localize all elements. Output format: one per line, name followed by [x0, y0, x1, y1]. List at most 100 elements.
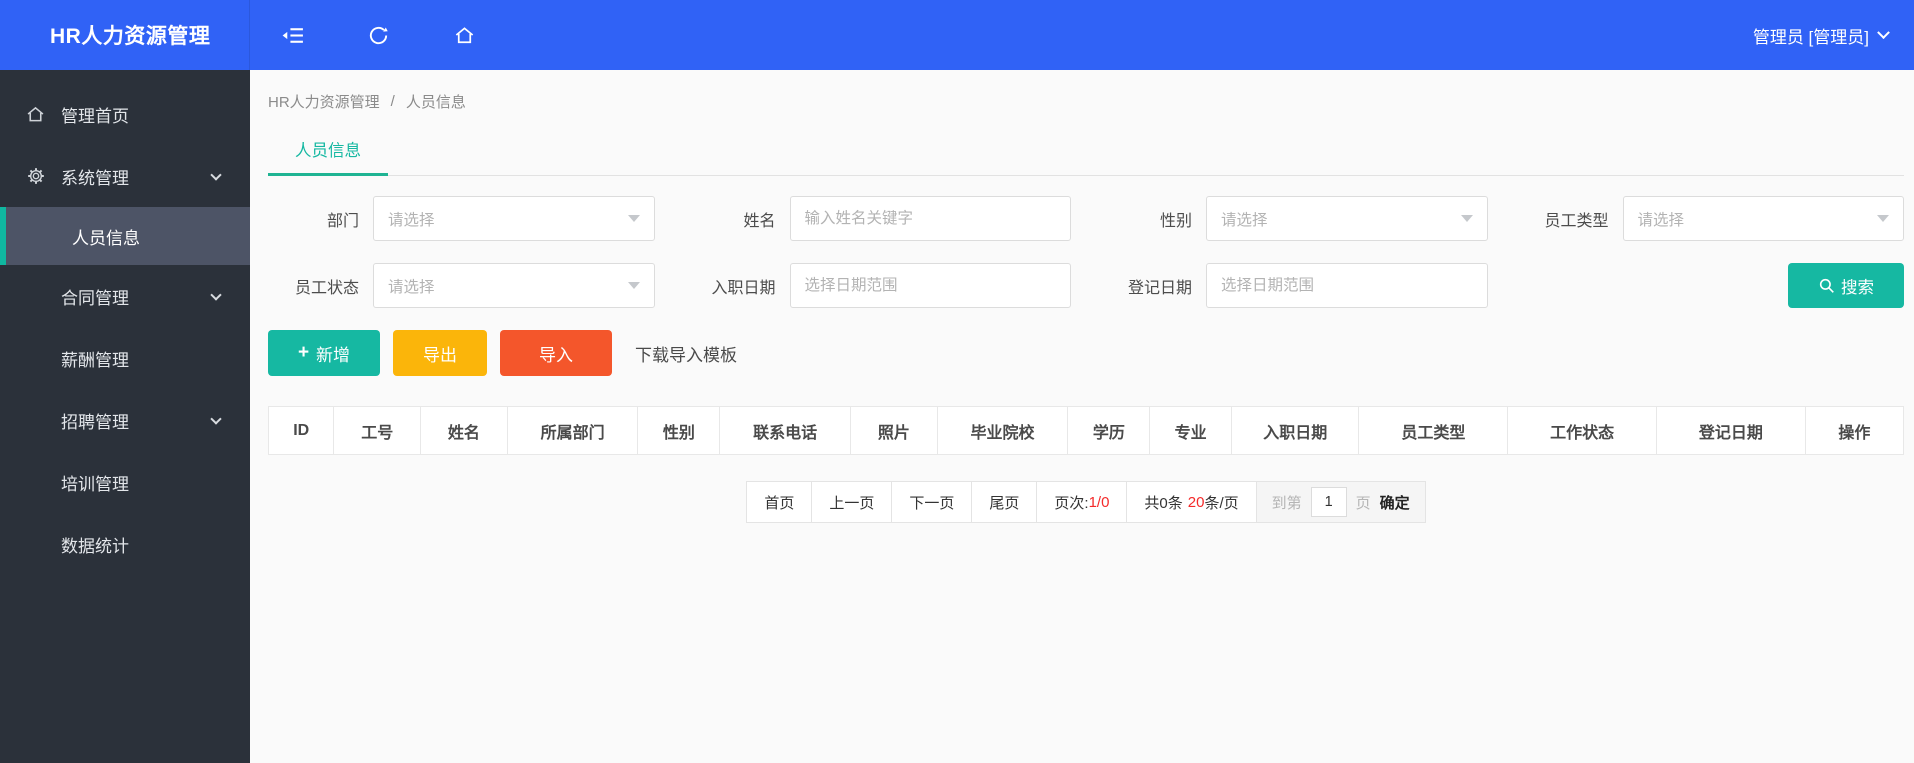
caret-down-icon — [627, 215, 640, 222]
filter-register-date: 登记日期 — [1101, 263, 1488, 308]
app-title: HR人力资源管理 — [50, 25, 211, 48]
employee-type-select[interactable]: 请选择 — [1622, 196, 1904, 241]
sidebar-item-home[interactable]: 管理首页 — [0, 83, 250, 145]
col-employee-type: 员工类型 — [1358, 406, 1509, 455]
col-education: 学历 — [1067, 406, 1151, 455]
sidebar-item-personnel-active[interactable]: 人员信息 — [0, 207, 250, 265]
name-input[interactable] — [789, 196, 1071, 241]
col-phone: 联系电话 — [719, 406, 852, 455]
col-department: 所属部门 — [506, 406, 639, 455]
add-button[interactable]: + 新增 — [268, 330, 380, 376]
page-last-button[interactable]: 尾页 — [972, 482, 1038, 522]
home-icon[interactable] — [444, 15, 484, 55]
employee-table: ID 工号 姓名 所属部门 性别 联系电话 照片 毕业院校 学历 专业 入职日期… — [267, 406, 1905, 455]
goto-page-group: 到第 页 确定 — [1256, 482, 1425, 522]
app-window: HR人力资源管理 管理员 [管理员] 管理首页 系统管理 人员信息 合同管理 薪… — [0, 0, 1914, 763]
register-date-input[interactable] — [1206, 263, 1488, 308]
filter-label: 员工类型 — [1544, 212, 1609, 230]
col-name: 姓名 — [420, 406, 508, 455]
sidebar-item-label: 薪酬管理 — [61, 350, 129, 370]
col-school: 毕业院校 — [936, 406, 1069, 455]
hire-date-input[interactable] — [789, 263, 1071, 308]
download-template-link[interactable]: 下载导入模板 — [635, 341, 737, 366]
sidebar-item-recruit[interactable]: 招聘管理 — [0, 389, 250, 451]
sidebar-item-contract[interactable]: 合同管理 — [0, 265, 250, 327]
breadcrumb: HR人力资源管理 / 人员信息 — [268, 91, 1904, 112]
col-major: 专业 — [1149, 406, 1232, 455]
search-icon — [1819, 278, 1834, 293]
select-placeholder: 请选择 — [1221, 211, 1268, 229]
filter-gender: 性别 请选择 — [1101, 196, 1488, 241]
user-name: 管理员 [管理员] — [1752, 27, 1869, 47]
refresh-icon[interactable] — [358, 15, 398, 55]
sidebar-item-label: 合同管理 — [61, 288, 129, 308]
table-header-row: ID 工号 姓名 所属部门 性别 联系电话 照片 毕业院校 学历 专业 入职日期… — [267, 406, 1905, 455]
main-content: HR人力资源管理 / 人员信息 人员信息 部门 请选择 姓名 输入姓名关键字 性… — [250, 70, 1914, 763]
sidebar-item-statistics[interactable]: 数据统计 — [0, 513, 250, 575]
add-button-label: 新增 — [316, 345, 351, 365]
col-photo: 照片 — [850, 406, 938, 455]
department-select[interactable]: 请选择 — [373, 196, 655, 241]
sidebar-item-label: 管理首页 — [61, 106, 129, 126]
page-index-value: 1/0 — [1088, 493, 1110, 511]
goto-label: 到第 — [1271, 494, 1302, 512]
pagination-row: 首页 上一页 下一页 尾页 页次:1/0 共0条20条/页 到第 页 确定 — [268, 481, 1904, 523]
goto-confirm-button[interactable]: 确定 — [1380, 492, 1410, 513]
filter-form: 部门 请选择 姓名 性别 请选择 — [268, 196, 1904, 308]
gender-select[interactable]: 请选择 — [1206, 196, 1488, 241]
sidebar-item-salary[interactable]: 薪酬管理 — [0, 327, 250, 389]
import-button[interactable]: 导入 — [500, 330, 612, 376]
page-prev-button[interactable]: 上一页 — [812, 482, 893, 522]
filter-label: 员工状态 — [294, 279, 359, 297]
filter-label: 登记日期 — [1127, 279, 1192, 297]
top-header: HR人力资源管理 管理员 [管理员] — [0, 0, 1914, 70]
chevron-down-icon — [210, 289, 222, 301]
sidebar-item-training[interactable]: 培训管理 — [0, 451, 250, 513]
select-placeholder: 请选择 — [1637, 211, 1685, 229]
brand-area: HR人力资源管理 — [0, 0, 250, 70]
export-button[interactable]: 导出 — [393, 330, 487, 376]
col-work-status: 工作状态 — [1507, 406, 1658, 455]
employee-status-select[interactable]: 请选择 — [373, 263, 655, 308]
sidebar-item-label: 系统管理 — [61, 168, 129, 188]
tab-personnel-info[interactable]: 人员信息 — [268, 137, 388, 176]
total-count: 共0条 — [1144, 494, 1183, 512]
search-button[interactable]: 搜索 — [1788, 263, 1904, 308]
plus-icon: + — [297, 342, 310, 363]
goto-page-input[interactable] — [1310, 487, 1347, 517]
search-button-label: 搜索 — [1841, 278, 1874, 297]
sidebar-item-label: 培训管理 — [61, 474, 129, 494]
pagination: 首页 上一页 下一页 尾页 页次:1/0 共0条20条/页 到第 页 确定 — [746, 481, 1426, 523]
page-next-button[interactable]: 下一页 — [892, 482, 973, 522]
home-icon — [25, 104, 46, 125]
sidebar-item-system[interactable]: 系统管理 — [0, 145, 250, 207]
filter-employee-type: 员工类型 请选择 — [1518, 196, 1904, 241]
breadcrumb-root[interactable]: HR人力资源管理 — [268, 91, 380, 112]
col-gender: 性别 — [637, 406, 721, 455]
filter-hire-date: 入职日期 — [685, 263, 1071, 308]
caret-down-icon — [627, 282, 640, 289]
header-actions — [250, 15, 484, 55]
select-placeholder: 请选择 — [388, 278, 435, 296]
caret-down-icon — [1877, 215, 1889, 222]
gear-icon — [25, 166, 46, 186]
breadcrumb-current: 人员信息 — [405, 94, 466, 111]
filter-employee-status: 员工状态 请选择 — [268, 263, 655, 308]
user-menu[interactable]: 管理员 [管理员] — [1753, 23, 1914, 48]
sidebar-item-label: 招聘管理 — [61, 412, 129, 432]
sidebar-item-label: 数据统计 — [61, 536, 129, 556]
col-actions: 操作 — [1804, 406, 1905, 455]
goto-unit: 页 — [1355, 494, 1371, 512]
action-toolbar: + 新增 导出 导入 下载导入模板 — [268, 330, 1904, 376]
page-first-button[interactable]: 首页 — [747, 482, 813, 522]
per-page-count: 20 — [1187, 493, 1205, 511]
select-placeholder: 请选择 — [388, 211, 435, 229]
breadcrumb-separator: / — [390, 93, 395, 110]
tab-bar: 人员信息 — [268, 137, 1904, 176]
import-button-label: 导入 — [539, 345, 573, 365]
per-page-unit: 条/页 — [1204, 494, 1239, 512]
filter-name: 姓名 — [685, 196, 1071, 241]
col-hire-date: 入职日期 — [1230, 406, 1360, 455]
filter-label: 入职日期 — [711, 279, 776, 297]
collapse-menu-icon[interactable] — [272, 15, 312, 55]
